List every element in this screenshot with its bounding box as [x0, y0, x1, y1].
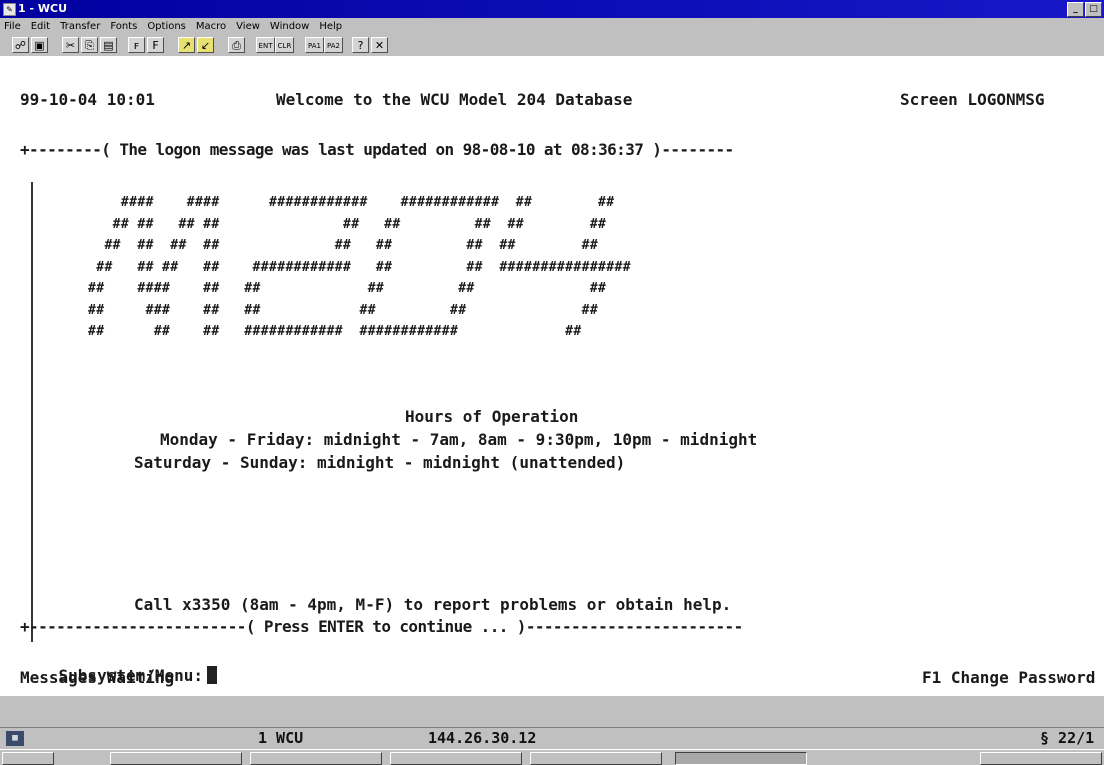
hours-title: Hours of Operation	[405, 407, 579, 426]
save-icon[interactable]: ▣	[31, 37, 48, 53]
toolbar: ☍ ▣ ✂ ⎘ ▤ ꜰ F ↗ ↙ ⎙ ENT CLR PA1 PA2 ? ✕	[0, 34, 1104, 56]
help-line: Call x3350 (8am - 4pm, M-F) to report pr…	[134, 595, 732, 614]
menu-fonts[interactable]: Fonts	[110, 21, 137, 32]
app-icon: ✎	[3, 3, 16, 16]
taskbar-item[interactable]	[530, 752, 662, 765]
minimize-button[interactable]: _	[1067, 2, 1084, 17]
menu-edit[interactable]: Edit	[31, 21, 50, 32]
banner-line: ## #### ## ## ## ## ##	[88, 281, 607, 296]
taskbar-item[interactable]	[110, 752, 242, 765]
menu-view[interactable]: View	[236, 21, 260, 32]
pa2-button[interactable]: PA2	[324, 37, 343, 53]
print-icon[interactable]: ⎙	[228, 37, 245, 53]
cursor-position: § 22/1	[1040, 729, 1095, 747]
font-smaller-icon[interactable]: ꜰ	[128, 37, 145, 53]
hours-weekday: Monday - Friday: midnight - 7am, 8am - 9…	[160, 430, 758, 449]
help-icon[interactable]: ?	[352, 37, 369, 53]
hours-weekend: Saturday - Sunday: midnight - midnight (…	[134, 453, 626, 472]
receive-file-icon[interactable]: ↙	[197, 37, 214, 53]
banner-line: ## ## ## ## ## ## ## ## ##	[88, 238, 599, 253]
header-welcome: Welcome to the WCU Model 204 Database	[276, 90, 633, 109]
start-button[interactable]	[2, 752, 54, 765]
window-title: 1 - WCU	[18, 2, 68, 15]
session-name: 1 WCU	[258, 729, 304, 747]
menu-transfer[interactable]: Transfer	[60, 21, 100, 32]
box-left-border	[31, 182, 33, 642]
menu-bar: File Edit Transfer Fonts Options Macro V…	[0, 18, 1104, 34]
text-cursor	[207, 666, 218, 684]
acm-ascii-banner: #### #### ############ ############ ## #…	[88, 192, 1048, 352]
maximize-button[interactable]: □	[1085, 2, 1102, 17]
banner-line: ## ### ## ## ## ## ##	[88, 302, 599, 318]
logon-update-separator: +--------( The logon message was last up…	[20, 140, 734, 159]
taskbar-item-active[interactable]	[675, 752, 807, 765]
menu-macro[interactable]: Macro	[196, 21, 226, 32]
send-file-icon[interactable]: ↗	[178, 37, 195, 53]
menu-file[interactable]: File	[4, 21, 21, 32]
banner-line: #### #### ############ ############ ## #…	[88, 195, 615, 210]
continue-separator: +------------------------( Press ENTER t…	[20, 617, 743, 636]
messages-waiting: Messages Waiting	[20, 668, 175, 687]
banner-line: ## ## ## ############ ############ ##	[88, 324, 582, 339]
menu-window[interactable]: Window	[270, 21, 309, 32]
header-datetime: 99-10-04 10:01	[20, 90, 155, 109]
menu-options[interactable]: Options	[147, 21, 186, 32]
header-screen-id: Screen LOGONMSG	[900, 90, 1045, 109]
taskbar-item[interactable]	[250, 752, 382, 765]
banner-line: ## ## ## ## ## ## ## ## ##	[88, 216, 607, 232]
title-bar: ✎ 1 - WCU _ □	[0, 0, 1104, 18]
cut-icon[interactable]: ✂	[62, 37, 79, 53]
terminal-screen[interactable]: 99-10-04 10:01 Welcome to the WCU Model …	[0, 56, 1104, 696]
system-tray	[980, 752, 1102, 765]
pa1-button[interactable]: PA1	[305, 37, 324, 53]
f1-change-password[interactable]: F1 Change Password	[922, 668, 1095, 688]
copy-icon[interactable]: ⎘	[81, 37, 98, 53]
clear-button[interactable]: CLR	[275, 37, 294, 53]
paste-icon[interactable]: ▤	[100, 37, 117, 53]
enter-button[interactable]: ENT	[256, 37, 275, 53]
close-icon[interactable]: ✕	[371, 37, 388, 53]
window-controls: _ □	[1067, 2, 1102, 17]
connect-icon[interactable]: ☍	[12, 37, 29, 53]
banner-line: ## ## ## ## ############ ## ## #########…	[88, 259, 631, 275]
taskbar	[0, 749, 1104, 765]
session-status-icon: ▦	[6, 731, 24, 746]
taskbar-item[interactable]	[390, 752, 522, 765]
host-ip: 144.26.30.12	[428, 729, 537, 747]
font-larger-icon[interactable]: F	[147, 37, 164, 53]
menu-help[interactable]: Help	[319, 21, 342, 32]
status-bar: ▦ 1 WCU 144.26.30.12 § 22/1	[0, 727, 1104, 750]
